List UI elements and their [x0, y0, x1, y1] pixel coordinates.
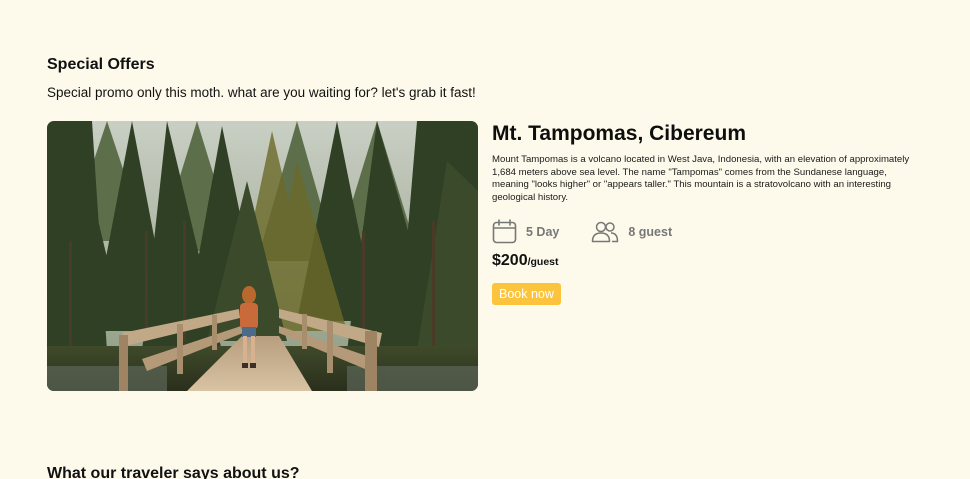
- calendar-icon: [492, 219, 517, 244]
- offer-title: Mt. Tampomas, Cibereum: [492, 122, 746, 145]
- forest-bridge-hiker-photo: [47, 121, 478, 391]
- duration-info: 5 Day: [492, 219, 559, 244]
- offer-meta: 5 Day 8 guest: [492, 219, 912, 245]
- duration-label: 5 Day: [526, 224, 560, 239]
- testimonials-title: What our traveler says about us?: [47, 465, 300, 479]
- offer-details: Mt. Tampomas, Cibereum Mount Tampomas is…: [492, 121, 912, 305]
- guests-label: 8 guest: [628, 224, 673, 239]
- page: Special Offers Special promo only this m…: [0, 0, 970, 479]
- offer-price: $200/guest: [492, 252, 912, 270]
- special-offers-subtitle: Special promo only this moth. what are y…: [47, 85, 476, 100]
- offer-image[interactable]: [47, 121, 478, 391]
- price-unit: /guest: [527, 255, 559, 268]
- guests-info: 8 guest: [591, 221, 672, 243]
- users-icon: [592, 221, 619, 243]
- book-now-button[interactable]: Book now: [492, 282, 561, 305]
- price-amount: $200: [492, 251, 528, 269]
- offer-description: Mount Tampomas is a volcano located in W…: [492, 154, 910, 204]
- special-offers-title: Special Offers: [47, 56, 155, 73]
